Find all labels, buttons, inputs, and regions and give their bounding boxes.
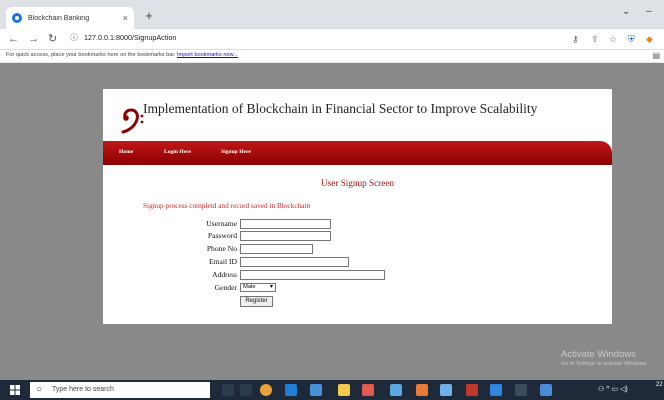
chrome-app-icon[interactable] [260,384,272,396]
status-message: Signup process completd and record saved… [143,201,311,210]
chevron-down-icon: ▾ [269,284,273,290]
tab-title: Blockchain Banking [28,14,90,22]
taskbar-clock[interactable]: 22 [656,382,663,388]
email-input[interactable] [240,257,349,267]
username-label: Username [206,219,237,228]
search-icon: ○ [36,384,43,395]
site-title: Implementation of Blockchain in Financia… [143,101,538,116]
fox-extension-icon[interactable]: ◆ [646,33,653,45]
store-app-icon[interactable] [310,384,322,396]
forward-arrow-icon[interactable]: → [28,32,39,46]
activate-windows-watermark: Activate Windows Go to Settings to activ… [561,349,648,367]
file-explorer-icon[interactable] [338,384,350,396]
username-input[interactable] [240,219,331,229]
app-icon-red[interactable] [362,384,374,396]
watermark-title: Activate Windows [561,349,636,360]
shield-extension-icon[interactable]: ⛨ [628,33,635,45]
app-icon-blue[interactable] [390,384,402,396]
page-viewport: Implementation of Blockchain in Financia… [0,63,664,380]
address-label: Address [212,270,237,279]
reload-icon[interactable]: ↻ [48,32,57,46]
watermark-subtitle: Go to Settings to activate Windows. [561,361,648,367]
email-label: Email ID [208,257,237,266]
browser-tab-strip: Blockchain Banking × + ⌄ – [0,0,664,29]
bookmarks-bar: For quick access, place your bookmarks h… [0,50,664,63]
browser-tab[interactable]: Blockchain Banking × [6,7,134,29]
reading-list-icon[interactable]: ▤ [652,51,660,60]
address-bar: ← → ↻ ⓘ 127.0.0.1:8000/SignupAction ⚷ ⇪ … [0,29,664,50]
back-arrow-icon[interactable]: ← [8,32,19,46]
windows-taskbar: ○ Type here to search ⚇ ^ ▭ ◁) 22 [0,380,664,400]
tab-search-icon[interactable]: ⌄ [622,6,630,17]
app-icon-word[interactable] [490,384,502,396]
bookmark-star-icon[interactable]: ☆ [609,33,617,45]
gender-selected-value: Male [243,284,256,290]
new-tab-button[interactable]: + [141,7,157,25]
url-input[interactable]: 127.0.0.1:8000/SignupAction [84,33,176,42]
content-card: Implementation of Blockchain in Financia… [103,89,612,324]
taskbar-search-placeholder: Type here to search [52,386,114,393]
phone-label: Phone No [206,244,237,253]
import-bookmarks-link[interactable]: Import bookmarks now... [177,52,238,58]
edge-app-icon[interactable] [285,384,297,396]
taskbar-search-box[interactable]: ○ Type here to search [30,382,210,398]
site-info-icon[interactable]: ⓘ [70,32,78,43]
password-label: Password [207,231,237,240]
gender-label: Gender [214,283,237,292]
system-tray-icons[interactable]: ⚇ ^ ▭ ◁) [598,385,628,393]
close-tab-icon[interactable]: × [123,13,128,23]
microphone-icon[interactable] [222,384,234,396]
app-icon-terminal[interactable] [515,384,527,396]
main-nav: Home Login Here Signup Here [103,141,612,165]
gender-select[interactable]: Male ▾ [240,283,276,292]
bookmarks-hint: For quick access, place your bookmarks h… [6,52,238,58]
nav-signup-link[interactable]: Signup Here [221,149,251,155]
app-icon-docs[interactable] [440,384,452,396]
windows-start-icon[interactable] [10,385,20,395]
address-input[interactable] [240,270,385,280]
pdf-app-icon[interactable] [466,384,478,396]
app-icon-python[interactable] [540,384,552,396]
screen-title: User Signup Screen [321,178,394,188]
site-favicon-icon [12,13,22,23]
app-icon-orange[interactable] [416,384,428,396]
key-icon[interactable]: ⚷ [572,33,579,45]
minimize-icon[interactable]: – [646,6,652,17]
register-button[interactable]: Register [240,296,273,307]
share-icon[interactable]: ⇪ [591,33,599,45]
phone-input[interactable] [240,244,313,254]
task-view-icon[interactable] [240,384,252,396]
password-input[interactable] [240,231,331,241]
nav-home-link[interactable]: Home [119,149,133,155]
nav-login-link[interactable]: Login Here [164,149,191,155]
